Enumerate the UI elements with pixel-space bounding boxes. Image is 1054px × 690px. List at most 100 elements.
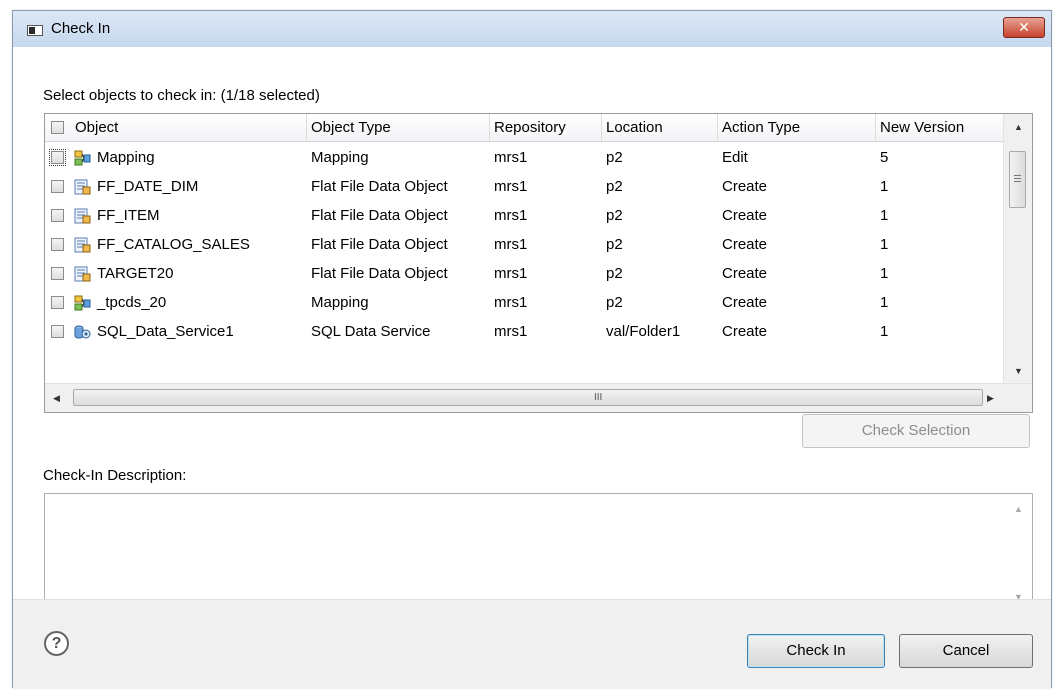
object-type: Mapping	[311, 294, 369, 311]
object-name: FF_DATE_DIM	[97, 178, 199, 195]
description-field[interactable]: ▲ ▼	[44, 493, 1033, 613]
flat-file-icon	[74, 266, 91, 282]
new-version: 1	[880, 323, 889, 340]
table-row[interactable]: FF_DATE_DIM Flat File Data Object mrs1 p…	[45, 172, 1003, 201]
object-name: _tpcds_20	[97, 294, 167, 311]
location: val/Folder1	[606, 323, 681, 340]
location: p2	[606, 265, 623, 282]
scroll-up-arrow-icon[interactable]: ▲	[1014, 504, 1023, 514]
table-row[interactable]: _tpcds_20 Mapping mrs1 p2 Create 1	[45, 288, 1003, 317]
scroll-up-arrow-icon[interactable]: ▲	[1014, 122, 1023, 132]
repository: mrs1	[494, 294, 528, 311]
table-header: Object Object Type Repository Location A…	[45, 114, 1003, 142]
object-name: Mapping	[97, 149, 155, 166]
flat-file-icon	[74, 237, 91, 253]
scroll-right-arrow-icon[interactable]: ▶	[987, 393, 994, 404]
table-row[interactable]: FF_ITEM Flat File Data Object mrs1 p2 Cr…	[45, 201, 1003, 230]
scroll-down-arrow-icon[interactable]: ▼	[1014, 366, 1023, 376]
horizontal-scroll-thumb[interactable]: III	[73, 389, 983, 406]
selection-label: Select objects to check in: (1/18 select…	[43, 87, 320, 104]
action-type: Create	[722, 236, 768, 253]
new-version: 1	[880, 265, 889, 282]
location: p2	[606, 207, 623, 224]
location: p2	[606, 294, 623, 311]
object-type: Flat File Data Object	[311, 178, 448, 195]
dialog-footer: ? Check In Cancel	[13, 599, 1051, 689]
window-title: Check In	[51, 20, 111, 37]
row-checkbox[interactable]	[51, 296, 64, 309]
object-name: TARGET20	[97, 265, 174, 282]
column-header-repository[interactable]: Repository	[490, 114, 602, 142]
action-type: Edit	[722, 149, 748, 166]
location: p2	[606, 149, 623, 166]
table-horizontal-scrollbar[interactable]: ◀ III ▶	[45, 383, 1032, 412]
table-row[interactable]: Mapping Mapping mrs1 p2 Edit 5	[45, 143, 1003, 172]
repository: mrs1	[494, 323, 528, 340]
column-header-action-type[interactable]: Action Type	[718, 114, 876, 142]
repository: mrs1	[494, 265, 528, 282]
flat-file-icon	[74, 179, 91, 195]
location: p2	[606, 236, 623, 253]
new-version: 1	[880, 178, 889, 195]
table-row[interactable]: TARGET20 Flat File Data Object mrs1 p2 C…	[45, 259, 1003, 288]
row-checkbox[interactable]	[51, 325, 64, 338]
title-bar: Check In ✕	[13, 11, 1051, 47]
object-type: Flat File Data Object	[311, 236, 448, 253]
flat-file-icon	[74, 208, 91, 224]
grip-line-icon	[1014, 175, 1021, 176]
mapping-icon	[74, 150, 91, 166]
description-textarea[interactable]	[45, 494, 1005, 612]
action-type: Create	[722, 323, 768, 340]
grip-icon: III	[594, 392, 603, 403]
row-checkbox[interactable]	[51, 238, 64, 251]
table-row[interactable]: FF_CATALOG_SALES Flat File Data Object m…	[45, 230, 1003, 259]
new-version: 5	[880, 149, 889, 166]
check-in-button[interactable]: Check In	[747, 634, 885, 668]
object-name: FF_CATALOG_SALES	[97, 236, 250, 253]
object-name: SQL_Data_Service1	[97, 323, 234, 340]
close-button[interactable]: ✕	[1003, 17, 1045, 38]
action-type: Create	[722, 265, 768, 282]
repository: mrs1	[494, 236, 528, 253]
objects-table: Object Object Type Repository Location A…	[44, 113, 1033, 413]
action-type: Create	[722, 294, 768, 311]
vertical-scroll-thumb[interactable]	[1009, 151, 1026, 208]
row-checkbox[interactable]	[51, 180, 64, 193]
table-vertical-scrollbar[interactable]: ▲ ▼	[1003, 114, 1032, 384]
window-icon	[27, 25, 43, 36]
grip-line-icon	[1014, 181, 1021, 182]
help-icon[interactable]: ?	[44, 631, 69, 656]
column-header-object-type[interactable]: Object Type	[307, 114, 490, 142]
column-header-location[interactable]: Location	[602, 114, 718, 142]
check-selection-button[interactable]: Check Selection	[802, 414, 1030, 448]
dialog-body: Select objects to check in: (1/18 select…	[13, 47, 1051, 689]
repository: mrs1	[494, 149, 528, 166]
object-type: Mapping	[311, 149, 369, 166]
description-label: Check-In Description:	[43, 467, 187, 484]
mapping-icon	[74, 295, 91, 311]
new-version: 1	[880, 207, 889, 224]
sql-data-service-icon	[74, 325, 91, 339]
check-in-dialog: Check In ✕ Select objects to check in: (…	[12, 10, 1052, 689]
description-scrollbar[interactable]: ▲ ▼	[1005, 494, 1032, 612]
row-checkbox[interactable]	[51, 267, 64, 280]
row-checkbox[interactable]	[51, 209, 64, 222]
new-version: 1	[880, 294, 889, 311]
action-type: Create	[722, 178, 768, 195]
grip-line-icon	[1014, 178, 1021, 179]
row-checkbox[interactable]	[49, 149, 66, 166]
action-type: Create	[722, 207, 768, 224]
table-row[interactable]: SQL_Data_Service1 SQL Data Service mrs1 …	[45, 317, 1003, 346]
object-type: Flat File Data Object	[311, 207, 448, 224]
scroll-left-arrow-icon[interactable]: ◀	[53, 393, 60, 404]
object-type: Flat File Data Object	[311, 265, 448, 282]
column-header-object[interactable]: Object	[71, 114, 307, 142]
object-name: FF_ITEM	[97, 207, 160, 224]
column-header-new-version[interactable]: New Version	[876, 114, 1003, 142]
location: p2	[606, 178, 623, 195]
cancel-button[interactable]: Cancel	[899, 634, 1033, 668]
repository: mrs1	[494, 178, 528, 195]
select-all-checkbox[interactable]	[51, 121, 64, 134]
new-version: 1	[880, 236, 889, 253]
repository: mrs1	[494, 207, 528, 224]
